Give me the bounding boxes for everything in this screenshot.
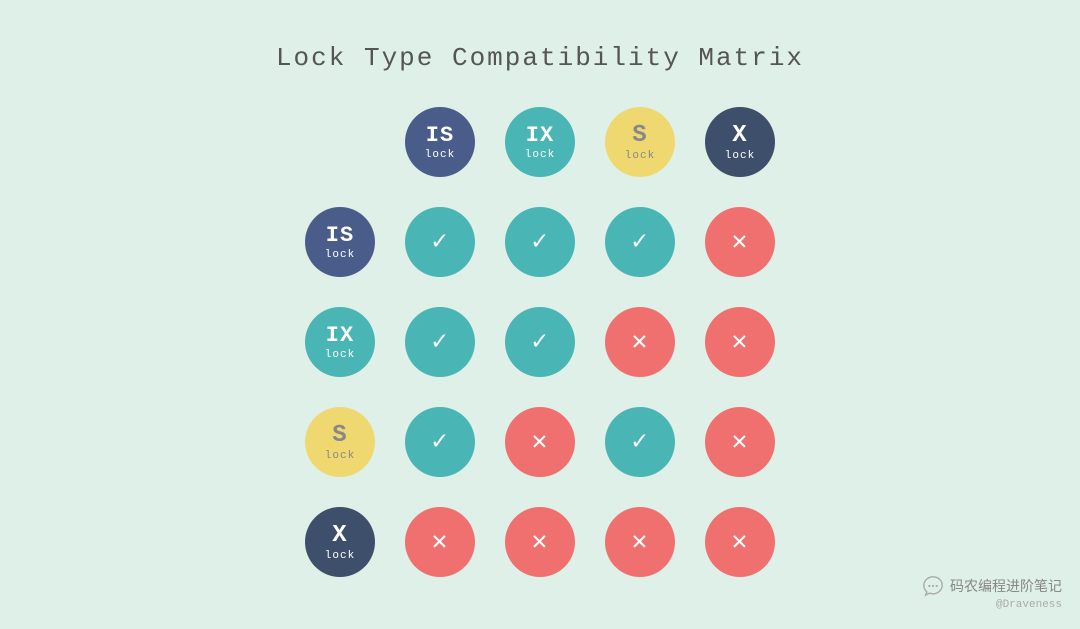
- matrix-cell: ✓: [395, 397, 485, 487]
- matrix-cell: IXlock: [295, 297, 385, 387]
- watermark-main: 码农编程进阶笔记: [922, 575, 1062, 597]
- watermark: 码农编程进阶笔记 @Draveness: [922, 575, 1062, 611]
- matrix-cell: Slock: [595, 97, 685, 187]
- matrix-cell: ✓: [495, 297, 585, 387]
- matrix-cell: ✓: [595, 197, 685, 287]
- watermark-sub: @Draveness: [996, 599, 1062, 611]
- matrix-cell: ✕: [695, 497, 785, 587]
- matrix-cell: ✓: [495, 197, 585, 287]
- wechat-icon: [922, 575, 944, 597]
- matrix-cell: ✕: [695, 297, 785, 387]
- matrix-cell: ✓: [395, 297, 485, 387]
- matrix-cell: ✕: [495, 497, 585, 587]
- matrix-cell: Xlock: [695, 97, 785, 187]
- matrix-cell: ✕: [695, 397, 785, 487]
- matrix-cell: Slock: [295, 397, 385, 487]
- main-container: Lock Type Compatibility Matrix ISlockIXl…: [276, 43, 804, 587]
- matrix-cell: ✓: [395, 197, 485, 287]
- compatibility-matrix: ISlockIXlockSlockXlockISlock✓✓✓✕IXlock✓✓…: [295, 97, 785, 587]
- page-title: Lock Type Compatibility Matrix: [276, 43, 804, 73]
- matrix-cell: IXlock: [495, 97, 585, 187]
- matrix-cell: ✕: [495, 397, 585, 487]
- matrix-cell: ✕: [695, 197, 785, 287]
- matrix-cell: ISlock: [295, 197, 385, 287]
- matrix-cell: ✓: [595, 397, 685, 487]
- matrix-cell: ✕: [595, 297, 685, 387]
- matrix-cell: ✕: [595, 497, 685, 587]
- matrix-cell: ✕: [395, 497, 485, 587]
- watermark-text: 码农编程进阶笔记: [950, 576, 1062, 596]
- matrix-cell: ISlock: [395, 97, 485, 187]
- matrix-cell: Xlock: [295, 497, 385, 587]
